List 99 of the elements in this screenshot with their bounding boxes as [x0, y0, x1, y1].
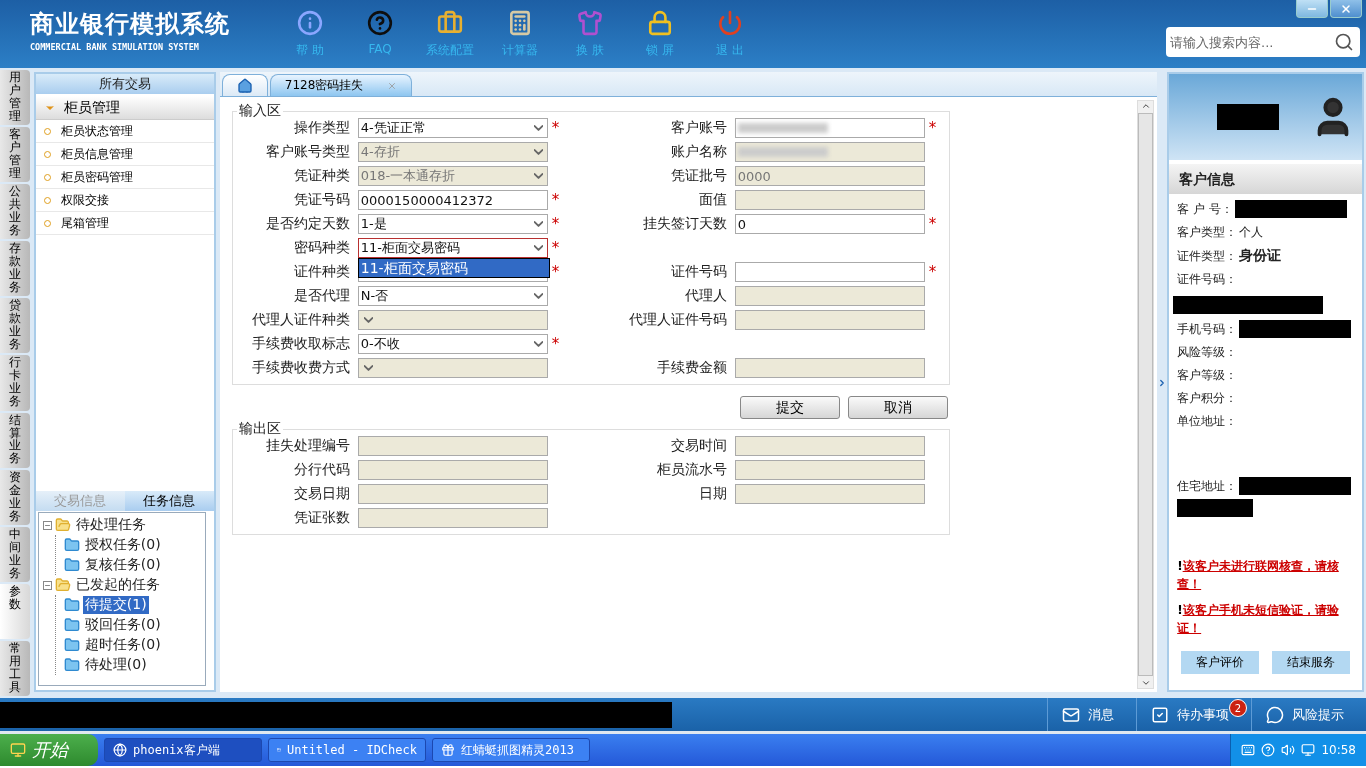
info-label: 客 户 号： — [1177, 200, 1233, 218]
status-button[interactable]: 待办事项 2 — [1136, 698, 1251, 731]
info-label: 客户类型： — [1177, 224, 1238, 241]
field-label: 密码种类 — [292, 239, 351, 257]
side-tab[interactable]: 行卡业务 — [0, 355, 30, 411]
side-tab[interactable]: 贷款业务 — [0, 298, 30, 354]
field-label: 凭证批号 — [669, 167, 728, 185]
field-label: 客户账号类型 — [264, 143, 351, 161]
tree-item[interactable]: 复核任务(0) — [82, 556, 163, 574]
field-label: 手续费收费方式 — [250, 359, 351, 377]
field-label: 分行代码 — [292, 461, 351, 479]
panel-button[interactable]: 结束服务 — [1271, 651, 1350, 674]
section-legend: 输入区 — [236, 102, 283, 120]
select-field[interactable]: 1-是 — [357, 214, 548, 234]
field-label: 手续费收取标志 — [250, 335, 351, 353]
field-label: 柜员流水号 — [655, 461, 728, 479]
field-label: 日期 — [697, 485, 728, 503]
info-label: 风险等级： — [1177, 344, 1238, 361]
select-field[interactable]: 0-不收 — [357, 334, 548, 354]
required-mark: * — [927, 119, 938, 137]
required-mark: * — [550, 119, 561, 137]
tree-item[interactable]: 待处理任务 — [73, 516, 148, 534]
info-label: 客户等级： — [1177, 367, 1238, 384]
panel-tab[interactable]: 任务信息 — [124, 491, 214, 511]
dropdown-option[interactable]: 11-柜面交易密码 — [358, 259, 549, 277]
panel-title: 客户信息 — [1169, 164, 1362, 194]
field-label: 账户名称 — [669, 143, 728, 161]
info-label: 单位地址： — [1177, 413, 1238, 430]
field-label: 手续费金额 — [655, 359, 728, 377]
side-tab[interactable]: 客户管理 — [0, 127, 30, 183]
section-legend: 输出区 — [236, 420, 283, 438]
field-label: 凭证张数 — [292, 509, 351, 527]
required-mark: * — [927, 215, 938, 233]
info-label: 客户积分： — [1177, 390, 1238, 407]
side-tab[interactable]: 中间业务 — [0, 526, 30, 582]
side-tab[interactable]: 存款业务 — [0, 241, 30, 297]
field-label: 代理人 — [683, 287, 728, 305]
select-field[interactable]: 4-凭证正常 — [357, 118, 548, 138]
tree-item[interactable]: 待提交(1) — [82, 596, 149, 614]
clock: 10:58 — [1321, 743, 1356, 757]
field-label: 操作类型 — [292, 119, 351, 137]
required-mark: * — [550, 263, 561, 281]
required-mark: * — [550, 239, 561, 257]
field-label: 证件种类 — [292, 263, 351, 281]
field-label: 证件号码 — [669, 263, 728, 281]
form-button[interactable]: 取消 — [847, 396, 948, 419]
field-label: 挂失处理编号 — [264, 437, 351, 455]
select-field[interactable]: N-否 — [357, 286, 548, 306]
search-field[interactable]: 请输入搜索内容... — [1166, 27, 1360, 57]
status-button[interactable]: 风险提示 — [1251, 698, 1366, 731]
info-label: 证件类型： — [1177, 247, 1238, 265]
required-mark: * — [550, 335, 561, 353]
menu-section[interactable]: 柜员管理 — [35, 96, 214, 120]
start-button[interactable]: 开始 — [0, 734, 98, 766]
info-value: 身份证 — [1239, 247, 1282, 265]
field-label: 凭证种类 — [292, 167, 351, 185]
warning-link[interactable]: !该客户未进行联网核查，请核查！ — [1169, 557, 1362, 593]
info-label: 住宅地址： — [1177, 477, 1238, 495]
field-label: 交易时间 — [669, 437, 728, 455]
side-tab[interactable]: 用户管理 — [0, 70, 30, 126]
count-badge: 2 — [1229, 699, 1247, 717]
text-field[interactable]: 0000150000412372 — [357, 190, 548, 210]
app-title: 商业银行模拟系统 — [30, 9, 231, 40]
info-label: 手机号码： — [1177, 320, 1238, 338]
field-label: 面值 — [697, 191, 728, 209]
side-tab[interactable]: 结算业务 — [0, 412, 30, 468]
field-label: 是否约定天数 — [264, 215, 351, 233]
field-label: 挂失签订天数 — [641, 215, 728, 233]
required-mark: * — [550, 215, 561, 233]
panel-button[interactable]: 客户评价 — [1181, 651, 1260, 674]
tree-item[interactable]: 授权任务(0) — [82, 536, 163, 554]
taskbar-button[interactable]: Untitled - IDCheck — [268, 738, 426, 762]
panel-title: 所有交易 — [35, 74, 214, 94]
page-tab[interactable]: 7128密码挂失 — [269, 74, 413, 96]
field-label: 凭证号码 — [292, 191, 351, 209]
tree-item[interactable]: 已发起的任务 — [73, 576, 162, 594]
side-tab[interactable]: 公共业务 — [0, 184, 30, 240]
form-button[interactable]: 提交 — [739, 396, 840, 419]
field-label: 代理人证件种类 — [250, 311, 351, 329]
field-label: 客户账号 — [669, 119, 728, 137]
taskbar-button[interactable]: 红蜻蜓抓图精灵2013 — [432, 738, 590, 762]
side-tab[interactable]: 参数 — [0, 583, 30, 639]
taskbar-button[interactable]: phoenix客户端 — [104, 738, 262, 762]
side-tab[interactable]: 资金业务 — [0, 469, 30, 525]
field-label: 代理人证件号码 — [627, 311, 728, 329]
side-tab[interactable]: 常用工具 — [0, 640, 30, 697]
status-button[interactable]: 消息 — [1047, 698, 1136, 731]
tree-item[interactable]: 超时任务(0) — [82, 636, 163, 654]
warning-link[interactable]: !该客户手机未短信验证，请验证！ — [1169, 601, 1362, 637]
text-field[interactable]: 0 — [734, 214, 925, 234]
field-label: 是否代理 — [292, 287, 351, 305]
tree-item[interactable]: 待处理(0) — [82, 656, 149, 674]
info-label: 证件号码： — [1177, 271, 1238, 288]
info-value: 个人 — [1239, 224, 1264, 241]
required-mark: * — [550, 191, 561, 209]
tree-item[interactable]: 驳回任务(0) — [82, 616, 163, 634]
field-label: 交易日期 — [292, 485, 351, 503]
required-mark: * — [927, 263, 938, 281]
app-subtitle: COMMERCIAL BANK SIMULATION SYSTEM — [30, 42, 200, 52]
